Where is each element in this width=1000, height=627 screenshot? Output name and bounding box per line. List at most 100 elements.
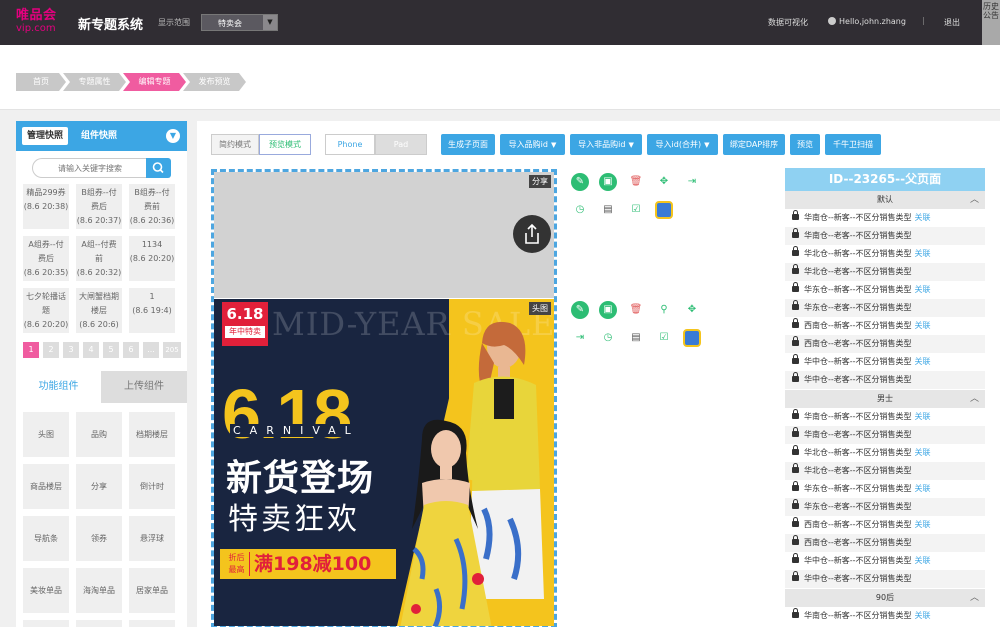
- segment-row[interactable]: 华北仓--老客--不区分销售类型: [785, 263, 985, 281]
- monitor-icon[interactable]: ▤: [599, 201, 617, 219]
- edit-icon[interactable]: ✎: [571, 301, 589, 319]
- component-overseas-item[interactable]: 海淘单品: [76, 568, 122, 613]
- segment-row[interactable]: 华东仓--新客--不区分销售类型 关联: [785, 480, 985, 498]
- segment-row[interactable]: 西南仓--老客--不区分销售类型: [785, 335, 985, 353]
- associate-link[interactable]: 关联: [915, 285, 931, 294]
- component-placeholder[interactable]: [129, 620, 175, 627]
- component-nav-bar[interactable]: 导航条: [23, 516, 69, 561]
- page-button[interactable]: 5: [103, 342, 119, 358]
- header-image-banner[interactable]: MID-YEAR SALE 头图 6.18 年中特卖 6.18 CARNIVAL…: [214, 299, 554, 626]
- move-icon[interactable]: ✥: [655, 173, 673, 191]
- search-button[interactable]: [146, 158, 171, 178]
- check-icon[interactable]: ☑: [655, 329, 673, 347]
- vip-logo[interactable]: 唯品会 vip.com: [16, 9, 66, 37]
- trash-icon[interactable]: 🗑: [627, 301, 645, 319]
- import-nonbrand-id-button[interactable]: 导入非品购id ▼: [570, 134, 642, 155]
- group-header-90s[interactable]: 90后 ︿: [785, 589, 985, 607]
- snapshot-item[interactable]: 1134 (8.6 20:20): [129, 236, 175, 281]
- tab-manage-snapshot[interactable]: 管理快照: [22, 127, 69, 145]
- page-button[interactable]: 4: [83, 342, 99, 358]
- component-brand[interactable]: 品购: [76, 412, 122, 457]
- move-icon[interactable]: ✥: [683, 301, 701, 319]
- step-publish-preview[interactable]: 发布预览: [183, 73, 246, 91]
- component-home-item[interactable]: 居家单品: [129, 568, 175, 613]
- import-id-merge-button[interactable]: 导入id(合并) ▼: [647, 134, 718, 155]
- associate-link[interactable]: 关联: [915, 249, 931, 258]
- tab-component-snapshot[interactable]: 组件快照: [76, 127, 122, 145]
- search-input[interactable]: [32, 158, 146, 178]
- exit-icon[interactable]: ⇥: [683, 173, 701, 191]
- segment-row[interactable]: 华北仓--新客--不区分销售类型 关联: [785, 245, 985, 263]
- segment-row[interactable]: 华北仓--新客--不区分销售类型 关联: [785, 444, 985, 462]
- clock-icon[interactable]: ◷: [571, 201, 589, 219]
- snapshot-item[interactable]: 1 (8.6 19:4): [129, 288, 175, 333]
- associate-link[interactable]: 关联: [915, 412, 931, 421]
- segment-row[interactable]: 西南仓--老客--不区分销售类型: [785, 534, 985, 552]
- associate-link[interactable]: 关联: [915, 484, 931, 493]
- save-icon[interactable]: ▣: [599, 173, 617, 191]
- logout-link[interactable]: 退出: [944, 17, 960, 28]
- segment-row[interactable]: 华南仓--老客--不区分销售类型: [785, 426, 985, 444]
- segment-row[interactable]: 华中仓--新客--不区分销售类型 关联: [785, 552, 985, 570]
- step-topic-attributes[interactable]: 专题属性: [63, 73, 126, 91]
- preview-button[interactable]: 预览: [790, 134, 820, 155]
- edit-icon[interactable]: ✎: [571, 173, 589, 191]
- associate-link[interactable]: 关联: [915, 556, 931, 565]
- component-header-image[interactable]: 头图: [23, 412, 69, 457]
- generate-subpage-button[interactable]: 生成子页面: [441, 134, 495, 155]
- user-greeting[interactable]: Hello,john.zhang: [828, 17, 906, 26]
- snapshot-item[interactable]: B组券--付 费后 (8.6 20:37): [76, 184, 122, 229]
- component-placeholder[interactable]: [23, 620, 69, 627]
- location-pin-icon[interactable]: ⚲: [655, 301, 673, 319]
- snapshot-item[interactable]: A组--付费前 (8.6 20:32): [76, 236, 122, 281]
- component-schedule-floor[interactable]: 档期楼层: [129, 412, 175, 457]
- page-button[interactable]: 6: [123, 342, 139, 358]
- check-icon[interactable]: ☑: [627, 201, 645, 219]
- snapshot-item[interactable]: A组券--付 费后 (8.6 20:35): [23, 236, 69, 281]
- share-module-placeholder[interactable]: 分享: [214, 172, 554, 298]
- mode-preview-toggle[interactable]: 预览模式: [259, 134, 311, 155]
- step-edit-topic[interactable]: 编辑专题: [123, 73, 186, 91]
- segment-row[interactable]: 华南仓--老客--不区分销售类型: [785, 227, 985, 245]
- history-announcement-button[interactable]: 历史公告: [982, 0, 1000, 45]
- import-brand-id-button[interactable]: 导入品购id ▼: [500, 134, 565, 155]
- segment-row[interactable]: 华东仓--老客--不区分销售类型: [785, 299, 985, 317]
- qianniu-scan-button[interactable]: 千牛卫扫描: [825, 134, 881, 155]
- segment-row[interactable]: 华北仓--老客--不区分销售类型: [785, 462, 985, 480]
- tab-upload-components[interactable]: 上传组件: [101, 371, 187, 403]
- component-beauty-item[interactable]: 美妆单品: [23, 568, 69, 613]
- app-icon[interactable]: [655, 201, 673, 219]
- segment-row[interactable]: 华东仓--新客--不区分销售类型 关联: [785, 281, 985, 299]
- associate-link[interactable]: 关联: [915, 448, 931, 457]
- phone-preview-canvas[interactable]: 分享 MID-YEAR SALE 头图 6.18 年中特卖 6.18 CARNI…: [211, 169, 557, 627]
- collapse-chevron-icon[interactable]: ▼: [166, 129, 180, 143]
- snapshot-item[interactable]: 七夕轮播话题 (8.6 20:20): [23, 288, 69, 333]
- segment-row[interactable]: 华中仓--老客--不区分销售类型: [785, 570, 985, 588]
- segment-row[interactable]: 华南仓--新客--不区分销售类型 关联: [785, 408, 985, 426]
- page-button[interactable]: 1: [23, 342, 39, 358]
- snapshot-item[interactable]: 精品299券 (8.6 20:38): [23, 184, 69, 229]
- bind-dap-sort-button[interactable]: 绑定DAP排序: [723, 134, 785, 155]
- snapshot-item[interactable]: B组券--付 费前 (8.6 20:36): [129, 184, 175, 229]
- group-header-male[interactable]: 男士 ︿: [785, 390, 985, 408]
- mode-simple-toggle[interactable]: 简约模式: [211, 134, 259, 155]
- scope-select[interactable]: 特卖会 ▼: [201, 14, 278, 31]
- data-visualization-link[interactable]: 数据可视化: [768, 17, 808, 28]
- associate-link[interactable]: 关联: [915, 520, 931, 529]
- associate-link[interactable]: 关联: [915, 213, 931, 222]
- segment-row[interactable]: 华东仓--老客--不区分销售类型: [785, 498, 985, 516]
- share-icon[interactable]: [513, 215, 551, 253]
- segment-row[interactable]: 华南仓--新客--不区分销售类型 关联: [785, 607, 985, 625]
- segment-row[interactable]: 华南仓--新客--不区分销售类型 关联: [785, 209, 985, 227]
- component-floating-ball[interactable]: 悬浮球: [129, 516, 175, 561]
- component-coupon[interactable]: 领券: [76, 516, 122, 561]
- segment-row[interactable]: 西南仓--新客--不区分销售类型 关联: [785, 516, 985, 534]
- tab-function-components[interactable]: 功能组件: [16, 371, 101, 403]
- associate-link[interactable]: 关联: [915, 357, 931, 366]
- page-button[interactable]: 3: [63, 342, 79, 358]
- component-placeholder[interactable]: [76, 620, 122, 627]
- segment-row[interactable]: 华中仓--新客--不区分销售类型 关联: [785, 353, 985, 371]
- page-button-last[interactable]: 205: [163, 342, 181, 358]
- associate-link[interactable]: 关联: [915, 321, 931, 330]
- exit-icon[interactable]: ⇥: [571, 329, 589, 347]
